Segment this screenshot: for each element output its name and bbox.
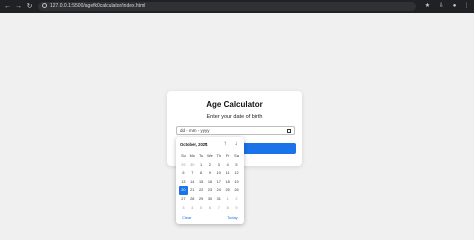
day-cell[interactable]: 9 <box>232 204 241 213</box>
day-cell[interactable]: 3 <box>179 204 188 213</box>
day-cell[interactable]: 14 <box>188 178 197 187</box>
date-of-birth-input[interactable]: dd - mm - yyyy <box>176 126 295 135</box>
page-title: Age Calculator <box>206 100 263 109</box>
day-cell[interactable]: 3 <box>214 161 223 170</box>
day-cell[interactable]: 1 <box>223 195 232 204</box>
next-month-icon[interactable]: ↓ <box>232 140 240 148</box>
day-cell[interactable]: 8 <box>223 204 232 213</box>
day-cell[interactable]: 10 <box>214 169 223 178</box>
day-cell[interactable]: 15 <box>197 178 206 187</box>
day-cell[interactable]: 2 <box>206 161 215 170</box>
day-cell[interactable]: 5 <box>232 161 241 170</box>
day-cell[interactable]: 27 <box>179 195 188 204</box>
weekday-header: Th <box>216 154 222 158</box>
extensions-icon[interactable]: ★ <box>423 2 432 11</box>
site-info-icon[interactable] <box>42 2 47 8</box>
day-cell[interactable]: 2 <box>232 195 241 204</box>
day-cell[interactable]: 29 <box>179 161 188 170</box>
day-cell[interactable]: 21 <box>188 186 197 195</box>
day-cell[interactable]: 28 <box>188 195 197 204</box>
day-cell[interactable]: 22 <box>197 186 206 195</box>
day-cell[interactable]: 7 <box>188 169 197 178</box>
day-cell[interactable]: 11 <box>223 169 232 178</box>
day-cell[interactable]: 8 <box>197 169 206 178</box>
day-cell[interactable]: 4 <box>188 204 197 213</box>
prev-month-icon[interactable]: ↑ <box>221 140 229 148</box>
day-cell[interactable]: 26 <box>232 186 241 195</box>
menu-icon[interactable]: ⋮ <box>462 2 471 11</box>
date-picker-popup: October, 2024 ▼ ↑ ↓ Su Mo Tu We Th Fr Sa 29 30 1 2… <box>176 137 244 224</box>
day-cell[interactable]: 30 <box>206 195 215 204</box>
day-cell[interactable]: 12 <box>232 169 241 178</box>
address-url: 127.0.0.1:5500/agefk0calculator/index.ht… <box>50 3 146 9</box>
day-cell[interactable]: 25 <box>223 186 232 195</box>
day-cell[interactable]: 13 <box>179 178 188 187</box>
calendar-icon[interactable] <box>287 129 291 133</box>
selected-day-cell[interactable]: 20 <box>179 186 188 195</box>
day-cell[interactable]: 31 <box>214 195 223 204</box>
day-cell[interactable]: 17 <box>214 178 223 187</box>
day-cell[interactable]: 24 <box>214 186 223 195</box>
weekday-header: We <box>207 154 213 158</box>
today-button[interactable]: Today <box>227 215 238 220</box>
profile-icon[interactable]: ● <box>450 2 459 11</box>
day-cell[interactable]: 23 <box>206 186 215 195</box>
day-cell[interactable]: 19 <box>232 178 241 187</box>
day-cell[interactable]: 18 <box>223 178 232 187</box>
day-cell[interactable]: 6 <box>179 169 188 178</box>
download-icon[interactable]: ⇩ <box>437 2 446 11</box>
day-cell[interactable]: 9 <box>206 169 215 178</box>
weekday-header: Su <box>181 154 186 158</box>
weekday-header: Fr <box>225 154 230 158</box>
day-cell[interactable]: 4 <box>223 161 232 170</box>
weekday-header: Mo <box>189 154 195 158</box>
date-input-value: dd - mm - yyyy <box>180 128 210 133</box>
weekday-header: Tu <box>198 154 204 158</box>
day-cell[interactable]: 1 <box>197 161 206 170</box>
browser-toolbar: ← → ↻ 127.0.0.1:5500/agefk0calculator/in… <box>0 0 474 13</box>
calendar-grid: Su Mo Tu We Th Fr Sa 29 30 1 2 3 4 5 6 7 8 9 10 11 12 13 14 15 1… <box>179 152 241 212</box>
address-bar[interactable]: 127.0.0.1:5500/agefk0calculator/index.ht… <box>38 2 416 11</box>
clear-button[interactable]: Clear <box>182 215 192 220</box>
month-dropdown-icon[interactable]: ▼ <box>204 142 207 146</box>
forward-icon[interactable]: → <box>14 2 23 11</box>
day-cell[interactable]: 30 <box>188 161 197 170</box>
day-cell[interactable]: 5 <box>197 204 206 213</box>
weekday-header: Sa <box>234 154 239 158</box>
day-cell[interactable]: 6 <box>206 204 215 213</box>
day-cell[interactable]: 7 <box>214 204 223 213</box>
back-icon[interactable]: ← <box>3 2 12 11</box>
instruction-text: Enter your date of birth <box>206 114 263 120</box>
reload-icon[interactable]: ↻ <box>25 2 34 11</box>
day-cell[interactable]: 16 <box>206 178 215 187</box>
day-cell[interactable]: 29 <box>197 195 206 204</box>
